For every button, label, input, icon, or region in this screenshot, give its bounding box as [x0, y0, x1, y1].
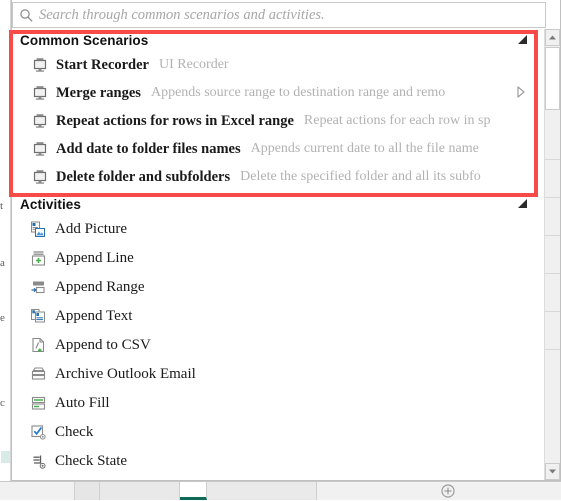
- monitor-icon: [30, 83, 50, 103]
- append-text-icon: [28, 307, 48, 327]
- background-cell-text: e: [0, 312, 5, 324]
- activity-label: Archive Outlook Email: [55, 366, 196, 382]
- excel-sheet-tab-bar: [0, 481, 561, 500]
- search-bar[interactable]: [12, 2, 546, 28]
- activity-label: Add Picture: [55, 221, 128, 237]
- append-csv-icon: [28, 336, 48, 356]
- scenario-description: Appends source range to destination rang…: [150, 85, 446, 100]
- search-icon: [13, 3, 39, 27]
- add-picture-icon: [28, 220, 48, 240]
- check-icon: [28, 423, 48, 443]
- collapse-triangle-icon[interactable]: [518, 199, 527, 208]
- chevron-down-icon: [549, 469, 556, 474]
- activity-label: Append Line: [55, 250, 134, 266]
- scenario-description: Repeat actions for each row in sp: [303, 113, 491, 128]
- activity-label: Append Range: [55, 279, 145, 295]
- sheet-tab-active[interactable]: [180, 482, 207, 500]
- scenario-label: Delete folder and subfolders: [56, 168, 231, 185]
- chevron-up-icon: [549, 35, 556, 40]
- sheet-tab[interactable]: [207, 482, 317, 500]
- scrollbar-thumb[interactable]: [545, 47, 560, 110]
- chevron-right-icon[interactable]: [515, 84, 527, 100]
- scenario-row[interactable]: Merge ranges Appends source range to des…: [12, 79, 545, 107]
- monitor-icon: [30, 111, 50, 131]
- activity-row[interactable]: Click: [12, 476, 545, 480]
- auto-fill-icon: [28, 394, 48, 414]
- activity-row[interactable]: Append Range: [12, 273, 545, 302]
- scroll-up-button[interactable]: [545, 29, 560, 46]
- scenario-row[interactable]: Add date to folder files names Appends c…: [12, 135, 545, 163]
- scrollbar-track[interactable]: [545, 111, 560, 411]
- background-cell-text: a: [0, 257, 5, 269]
- collapse-triangle-icon[interactable]: [518, 35, 527, 44]
- activity-row[interactable]: Add Picture: [12, 215, 545, 244]
- activity-row[interactable]: Archive Outlook Email: [12, 360, 545, 389]
- scenario-description: Appends current date to all the file nam…: [250, 141, 479, 156]
- scenario-row[interactable]: Delete folder and subfolders Delete the …: [12, 163, 545, 191]
- scenario-label: Start Recorder: [56, 56, 149, 73]
- scenario-description: UI Recorder: [159, 57, 229, 72]
- monitor-icon: [30, 55, 50, 75]
- plus-circle-icon: [441, 484, 455, 498]
- group-header-activities[interactable]: Activities: [12, 193, 545, 215]
- background-cell-text: c: [0, 397, 5, 409]
- results-list[interactable]: Common Scenarios Start Recorder UI Recor…: [12, 29, 545, 480]
- search-input[interactable]: [39, 4, 545, 26]
- scenario-row[interactable]: Repeat actions for rows in Excel range R…: [12, 107, 545, 135]
- sheet-tab[interactable]: [100, 482, 180, 500]
- scenario-description: Delete the specified folder and all its …: [240, 169, 481, 184]
- add-sheet-button[interactable]: [437, 484, 459, 499]
- vertical-scrollbar[interactable]: [544, 29, 560, 480]
- activity-label: Check: [55, 424, 94, 440]
- background-cell-text: t: [0, 200, 4, 212]
- scenario-label: Add date to folder files names: [56, 140, 241, 157]
- append-range-icon: [28, 278, 48, 298]
- group-header-common-scenarios[interactable]: Common Scenarios: [12, 29, 545, 51]
- monitor-icon: [30, 139, 50, 159]
- scroll-down-button[interactable]: [545, 463, 560, 480]
- append-line-icon: [28, 249, 48, 269]
- activity-row[interactable]: Append Text: [12, 302, 545, 331]
- activity-label: Check State: [55, 453, 128, 469]
- activity-row[interactable]: Append Line: [12, 244, 545, 273]
- sheet-tab[interactable]: [74, 482, 100, 500]
- activity-label: Append to CSV: [55, 337, 151, 353]
- activity-row[interactable]: Check: [12, 418, 545, 447]
- group-title: Common Scenarios: [20, 32, 149, 48]
- background-selected-cell: [1, 451, 10, 463]
- group-title: Activities: [20, 196, 82, 212]
- monitor-icon: [30, 167, 50, 187]
- scenario-label: Repeat actions for rows in Excel range: [56, 112, 294, 129]
- scenario-label: Merge ranges: [56, 84, 141, 101]
- activity-label: Append Text: [55, 308, 133, 324]
- activity-row[interactable]: Append to CSV: [12, 331, 545, 360]
- scenario-row[interactable]: Start Recorder UI Recorder: [12, 51, 545, 79]
- activity-picker-panel: Common Scenarios Start Recorder UI Recor…: [11, 0, 561, 481]
- archive-icon: [28, 365, 48, 385]
- activity-row[interactable]: Auto Fill: [12, 389, 545, 418]
- activity-label: Auto Fill: [55, 395, 110, 411]
- check-state-icon: [28, 452, 48, 472]
- activity-row[interactable]: Check State: [12, 447, 545, 476]
